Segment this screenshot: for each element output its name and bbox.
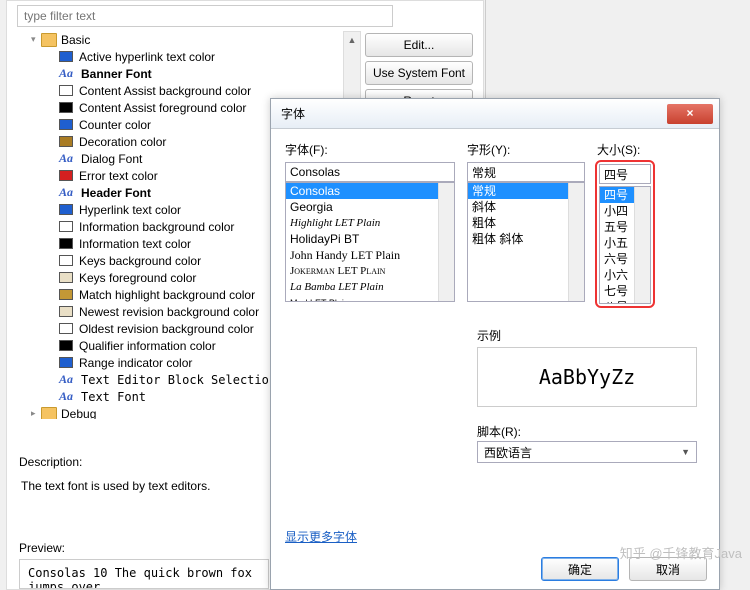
sample-box: AaBbYyZz xyxy=(477,347,697,407)
description-label: Description: xyxy=(19,455,82,469)
style-listbox[interactable]: 常规斜体粗体粗体 斜体 xyxy=(467,182,585,302)
tree-item-label: Content Assist foreground color xyxy=(79,101,246,115)
expander-icon[interactable]: ▾ xyxy=(31,34,41,45)
color-swatch xyxy=(59,221,73,232)
tree-item-label: Hyperlink text color xyxy=(79,203,181,217)
font-name-input[interactable] xyxy=(285,162,455,182)
font-column-label: 字体(F): xyxy=(285,141,455,158)
tree-item-label: Oldest revision background color xyxy=(79,322,254,336)
list-option[interactable]: Highlight LET Plain xyxy=(286,215,454,231)
tree-item-label: Qualifier information color xyxy=(79,339,216,353)
list-option[interactable]: La Bamba LET Plain xyxy=(286,279,454,295)
ok-button[interactable]: 确定 xyxy=(541,557,619,581)
dialog-titlebar[interactable]: 字体 × xyxy=(271,99,719,129)
size-highlight-ring: 四号小四五号小五六号小六七号八号 xyxy=(595,160,655,308)
tree-item-label: Match highlight background color xyxy=(79,288,255,302)
color-swatch xyxy=(59,51,73,62)
style-column-label: 字形(Y): xyxy=(467,141,585,158)
chevron-down-icon: ▼ xyxy=(681,447,690,457)
color-swatch xyxy=(59,204,73,215)
tree-item-label: Keys background color xyxy=(79,254,201,268)
preview-box: Consolas 10 The quick brown fox jumps ov… xyxy=(19,559,269,589)
tree-item-label: Information text color xyxy=(79,237,191,251)
close-button[interactable]: × xyxy=(667,104,713,124)
expander-icon[interactable]: ▸ xyxy=(31,408,41,419)
color-swatch xyxy=(59,85,73,96)
color-swatch xyxy=(59,102,73,113)
color-swatch xyxy=(59,357,73,368)
description-text: The text font is used by text editors. xyxy=(21,479,271,493)
font-dialog: 字体 × 字体(F): ConsolasGeorgiaHighlight LET… xyxy=(270,98,720,590)
font-size-input[interactable] xyxy=(599,164,651,184)
tree-item-label: Keys foreground color xyxy=(79,271,196,285)
tree-item-label: Text Font xyxy=(81,390,146,404)
edit-button[interactable]: Edit... xyxy=(365,33,473,57)
script-value: 西欧语言 xyxy=(484,444,532,461)
folder-icon xyxy=(41,407,57,420)
color-swatch xyxy=(59,255,73,266)
list-option[interactable]: MarkLET Plain xyxy=(286,295,454,302)
list-option[interactable]: John Handy LET Plain xyxy=(286,247,454,263)
listbox-scrollbar[interactable] xyxy=(568,183,584,301)
listbox-scrollbar[interactable] xyxy=(438,183,454,301)
preview-label: Preview: xyxy=(19,541,65,555)
list-option[interactable]: 粗体 斜体 xyxy=(468,231,584,247)
font-style-input[interactable] xyxy=(467,162,585,182)
list-option[interactable]: Consolas xyxy=(286,183,454,199)
tree-item-label: Dialog Font xyxy=(81,152,142,166)
list-option[interactable]: Georgia xyxy=(286,199,454,215)
font-aa-icon: Aa xyxy=(59,372,75,387)
tree-item-label: Header Font xyxy=(81,186,151,200)
font-aa-icon: Aa xyxy=(59,66,75,81)
list-option[interactable]: 常规 xyxy=(468,183,584,199)
script-label: 脚本(R): xyxy=(477,423,521,440)
tree-item-label: Counter color xyxy=(79,118,151,132)
tree-item-label: Error text color xyxy=(79,169,158,183)
listbox-scrollbar[interactable] xyxy=(634,187,650,303)
font-aa-icon: Aa xyxy=(59,151,75,166)
color-swatch xyxy=(59,170,73,181)
use-system-font-button[interactable]: Use System Font xyxy=(365,61,473,85)
sample-label: 示例 xyxy=(477,327,501,344)
list-option[interactable]: 粗体 xyxy=(468,215,584,231)
tree-label: Basic xyxy=(61,33,90,47)
font-listbox[interactable]: ConsolasGeorgiaHighlight LET PlainHolida… xyxy=(285,182,455,302)
font-aa-icon: Aa xyxy=(59,389,75,404)
cancel-button[interactable]: 取消 xyxy=(629,557,707,581)
tree-item[interactable]: Active hyperlink text color xyxy=(23,48,343,65)
tree-item-label: Active hyperlink text color xyxy=(79,50,215,64)
tree-item[interactable]: Content Assist background color xyxy=(23,82,343,99)
tree-node-basic[interactable]: ▾ Basic xyxy=(23,31,343,48)
tree-item-label: Range indicator color xyxy=(79,356,192,370)
color-swatch xyxy=(59,119,73,130)
color-swatch xyxy=(59,323,73,334)
color-swatch xyxy=(59,136,73,147)
font-aa-icon: Aa xyxy=(59,185,75,200)
filter-input[interactable] xyxy=(17,5,393,27)
color-swatch xyxy=(59,340,73,351)
tree-item-label: Banner Font xyxy=(81,67,152,81)
color-swatch xyxy=(59,238,73,249)
list-option[interactable]: HolidayPi BT xyxy=(286,231,454,247)
script-select[interactable]: 西欧语言 ▼ xyxy=(477,441,697,463)
color-swatch xyxy=(59,289,73,300)
tree-label: Debug xyxy=(61,407,96,420)
tree-item-label: Content Assist background color xyxy=(79,84,251,98)
tree-item[interactable]: Aa Banner Font xyxy=(23,65,343,82)
tree-item-label: Information background color xyxy=(79,220,234,234)
list-option[interactable]: 斜体 xyxy=(468,199,584,215)
more-fonts-link[interactable]: 显示更多字体 xyxy=(285,528,357,545)
color-swatch xyxy=(59,306,73,317)
size-column-label: 大小(S): xyxy=(597,141,653,158)
dialog-title: 字体 xyxy=(281,105,305,122)
scroll-up-icon[interactable]: ▲ xyxy=(344,32,360,48)
tree-item-label: Newest revision background color xyxy=(79,305,259,319)
tree-item-label: Decoration color xyxy=(79,135,166,149)
size-listbox[interactable]: 四号小四五号小五六号小六七号八号 xyxy=(599,186,651,304)
color-swatch xyxy=(59,272,73,283)
folder-icon xyxy=(41,33,57,47)
list-option[interactable]: Jokerman LET Plain xyxy=(286,263,454,279)
